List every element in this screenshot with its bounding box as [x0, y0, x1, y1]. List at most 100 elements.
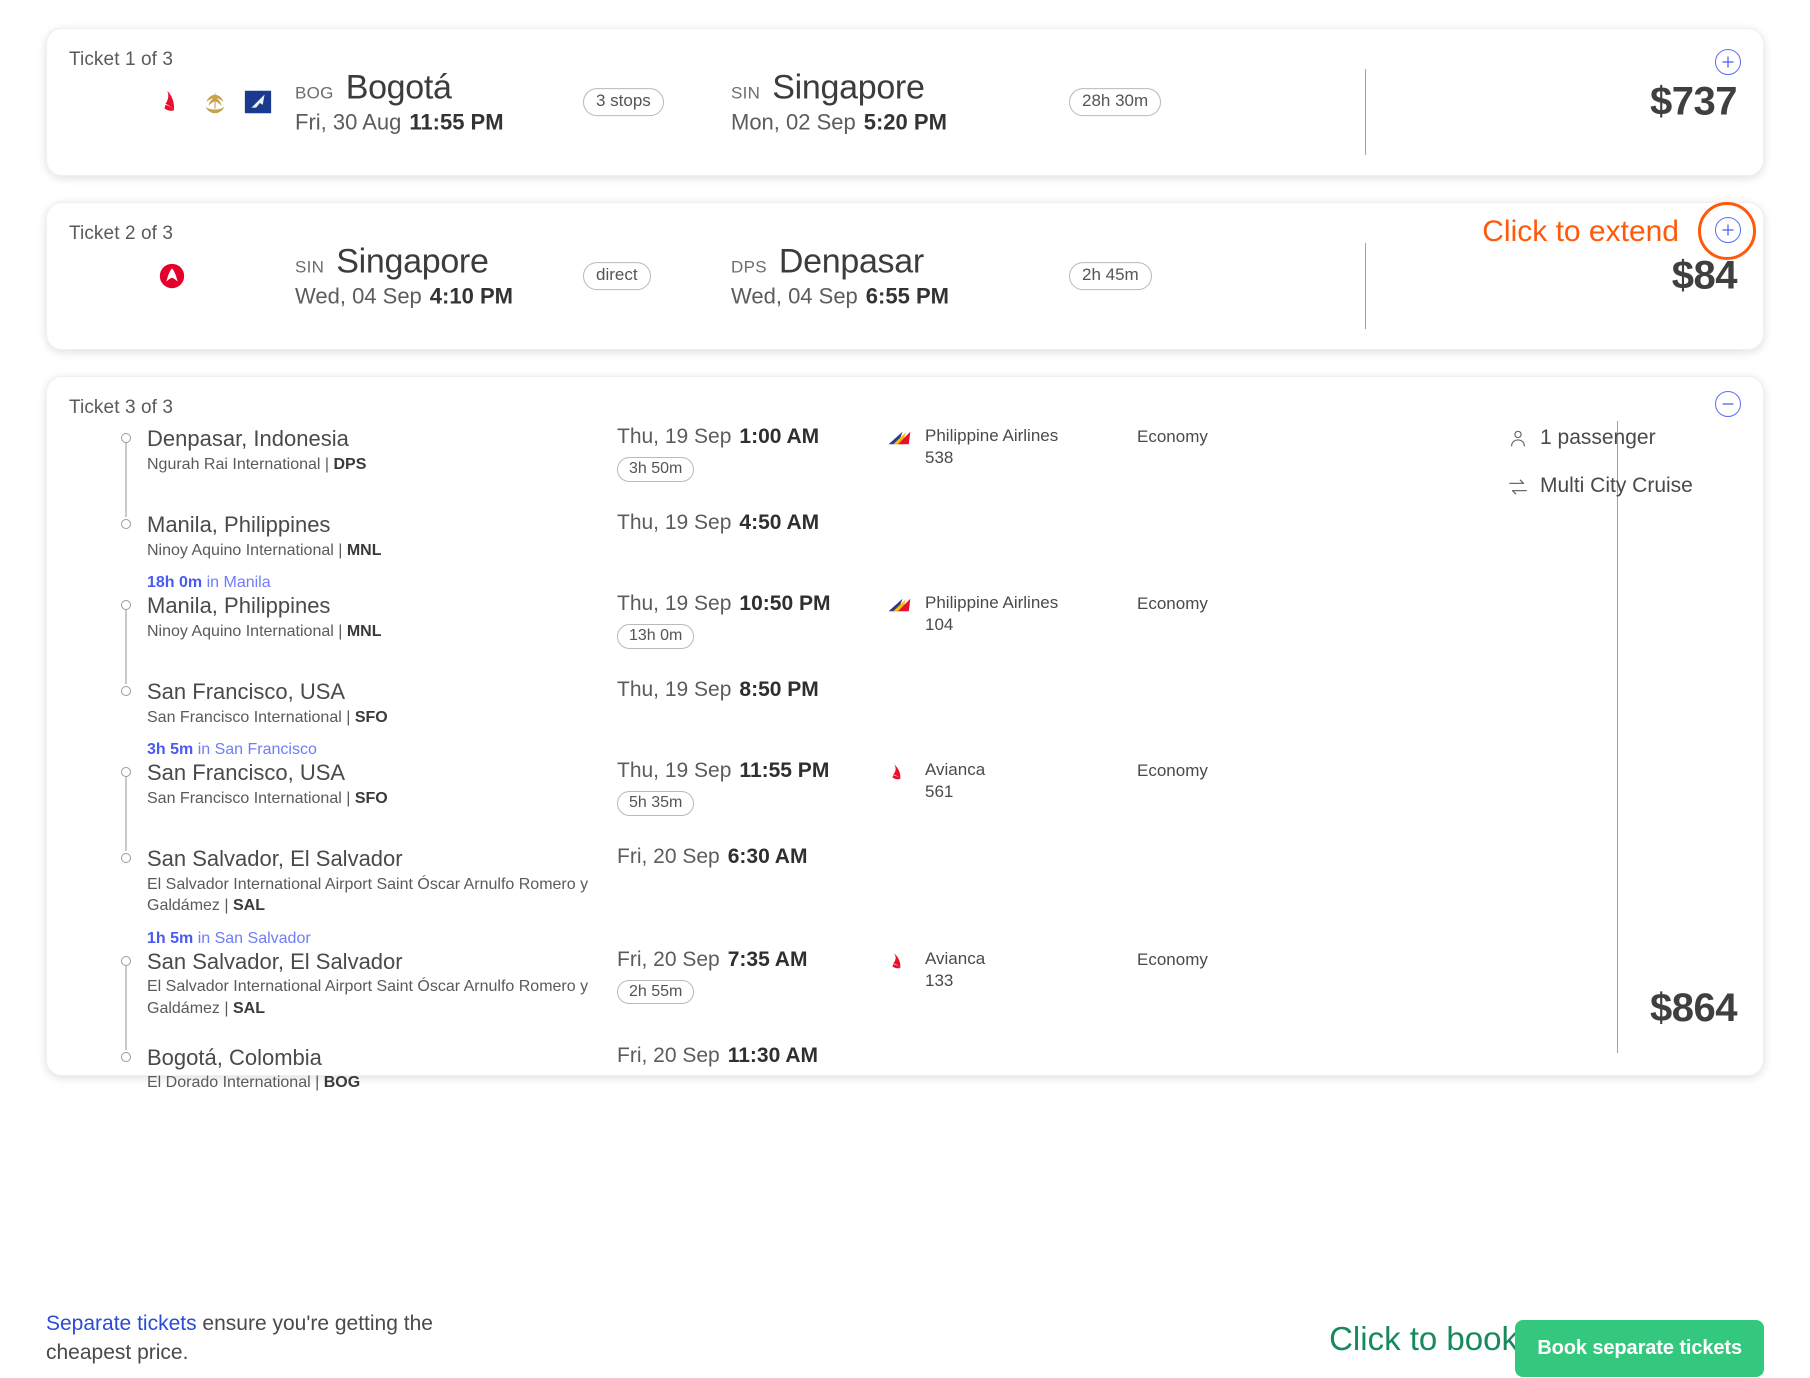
stop-airport: El Salvador International Airport Saint … [147, 875, 589, 915]
stop-city: Denpasar, Indonesia [147, 426, 349, 451]
passenger-icon [1510, 430, 1526, 447]
passenger-summary: 1 passenger [1507, 425, 1737, 451]
timeline [107, 948, 147, 1050]
timeline [107, 425, 147, 517]
separate-tickets-link[interactable]: Separate tickets [46, 1312, 197, 1335]
layover-place: in San Francisco [197, 741, 317, 759]
itinerary-stop: Bogotá, Colombia El Dorado International… [107, 1044, 1387, 1104]
avianca-logo [892, 764, 901, 780]
stop-place: Manila, Philippines Ninoy Aquino Interna… [147, 511, 617, 592]
origin-date: Wed, 04 Sep [295, 283, 422, 309]
stop-time: Fri, 20 Sep 6:30 AM [617, 845, 887, 948]
avianca-logo [164, 90, 175, 111]
segment-airline-empty [887, 678, 1137, 759]
ticket-card-1[interactable]: Ticket 1 of 3 BOG Bogotá Fri, 30 Aug 11:… [46, 28, 1764, 176]
stop-city: San Francisco, USA [147, 679, 346, 705]
layover-duration: 1h 5m [147, 929, 194, 947]
stop-city: San Salvador, El Salvador [147, 948, 403, 974]
segment-duration: 5h 35m [617, 791, 695, 816]
stop-place: Denpasar, Indonesia Ngurah Rai Internati… [147, 425, 617, 511]
flight-number: 133 [925, 970, 954, 990]
separate-tickets-note: Separate tickets ensure you're getting t… [46, 1310, 476, 1368]
stop-time: Fri, 20 Sep 11:30 AM [617, 1044, 887, 1104]
timeline-dot [121, 955, 131, 966]
saudia-logo [205, 91, 225, 114]
segment-airline: Philippine Airlines 104 [887, 592, 1137, 678]
timeline [107, 678, 147, 759]
ticket-2-destination: DPS Denpasar Wed, 04 Sep 6:55 PM [731, 243, 949, 310]
stop-clock: 8:50 PM [739, 678, 819, 702]
stop-date: Fri, 20 Sep [617, 1043, 720, 1067]
itinerary-list: Denpasar, Indonesia Ngurah Rai Internati… [107, 425, 1387, 1104]
ticket-card-2[interactable]: Ticket 2 of 3 SIN Singapore Wed, 04 Sep 4… [46, 202, 1764, 350]
stop-city: Bogotá, Colombia [147, 1044, 322, 1070]
book-separate-tickets-button[interactable]: Book separate tickets [1515, 1320, 1764, 1377]
ticket-1-price: $737 [1650, 79, 1737, 124]
destination-city: Denpasar [778, 242, 924, 281]
stop-place: San Francisco, USA San Francisco Interna… [147, 678, 617, 759]
destination-city: Singapore [772, 68, 925, 107]
stop-clock: 6:30 AM [727, 845, 808, 869]
ticket-1-destination: SIN Singapore Mon, 02 Sep 5:20 PM [731, 69, 947, 136]
stop-place: Bogotá, Colombia El Dorado International… [147, 1044, 617, 1104]
ticket-2-duration: 2h 45m [1069, 262, 1152, 290]
stop-place: San Salvador, El Salvador El Salvador In… [147, 948, 617, 1044]
stop-date: Thu, 19 Sep [617, 511, 732, 534]
destination-time: 5:20 PM [863, 109, 947, 135]
ticket-2-airline-logos [157, 261, 187, 291]
stop-time: Thu, 19 Sep 11:55 PM 5h 35m [617, 759, 887, 845]
timeline-line [125, 771, 127, 852]
layover-info: 18h 0m in Manila [147, 574, 607, 592]
ticket-3-collapse-button[interactable] [1715, 391, 1741, 417]
duration-badge: 2h 45m [1069, 262, 1152, 290]
ticket-2-expand-button[interactable] [1715, 217, 1741, 243]
stop-clock: 4:50 AM [739, 511, 820, 534]
segment-cabin: Economy [1137, 761, 1208, 781]
segment-cabin-empty [1137, 845, 1337, 948]
stop-time: Fri, 20 Sep 7:35 AM 2h 55m [617, 948, 887, 1044]
stop-city: San Salvador, El Salvador [147, 846, 403, 872]
stop-airport: Ninoy Aquino International | MNL [147, 541, 382, 559]
stop-airport: Ngurah Rai International | DPS [147, 455, 367, 473]
segment-cabin: Economy [1137, 949, 1208, 969]
stop-city: San Francisco, USA [147, 760, 346, 786]
stop-date: Thu, 19 Sep [617, 592, 732, 616]
itinerary-stop: Denpasar, Indonesia Ngurah Rai Internati… [107, 425, 1387, 517]
segment-cabin-empty [1137, 678, 1337, 759]
ticket-1-stops: 3 stops [583, 88, 664, 116]
layover-duration: 18h 0m [147, 574, 203, 592]
segment-airline-empty [887, 1044, 1137, 1104]
layover-info: 3h 5m in San Francisco [147, 741, 607, 759]
multi-city-icon [1509, 479, 1527, 495]
ticket-1-airline-logos [157, 87, 273, 117]
segment-cabin-empty [1137, 511, 1337, 592]
layover-duration: 3h 5m [147, 741, 194, 759]
origin-time: 11:55 PM [409, 109, 504, 135]
timeline [107, 511, 147, 592]
ticket-3-price: $864 [1650, 986, 1737, 1030]
itinerary-stop: San Francisco, USA San Francisco Interna… [107, 759, 1387, 852]
stop-date: Fri, 20 Sep [617, 845, 720, 869]
segment-airline: Philippine Airlines 538 [887, 425, 1137, 511]
stop-clock: 7:35 AM [727, 947, 808, 971]
timeline [107, 592, 147, 685]
itinerary-stop: Manila, Philippines Ninoy Aquino Interna… [107, 511, 1387, 592]
ticket-card-3[interactable]: Ticket 3 of 3 Denpasar, Indonesia Ngurah… [46, 376, 1764, 1091]
timeline-dot [121, 1051, 131, 1062]
timeline [107, 1044, 147, 1104]
stop-airport: Ninoy Aquino International | MNL [147, 622, 382, 640]
segment-duration: 3h 50m [617, 457, 695, 482]
stop-time: Thu, 19 Sep 4:50 AM [617, 511, 887, 592]
stop-date: Thu, 19 Sep [617, 759, 732, 783]
duration-badge: 28h 30m [1069, 88, 1162, 116]
flight-number: 561 [925, 782, 954, 802]
origin-city: Bogotá [345, 68, 452, 107]
stop-place: Manila, Philippines Ninoy Aquino Interna… [147, 592, 617, 678]
ticket-1-divider [1365, 69, 1366, 155]
destination-code: DPS [731, 257, 767, 277]
philippine-airlines-logo [888, 431, 911, 445]
timeline-dot [121, 433, 131, 443]
passenger-count: 1 passenger [1540, 426, 1656, 449]
stops-badge: 3 stops [583, 88, 664, 116]
ticket-1-expand-button[interactable] [1715, 49, 1741, 75]
